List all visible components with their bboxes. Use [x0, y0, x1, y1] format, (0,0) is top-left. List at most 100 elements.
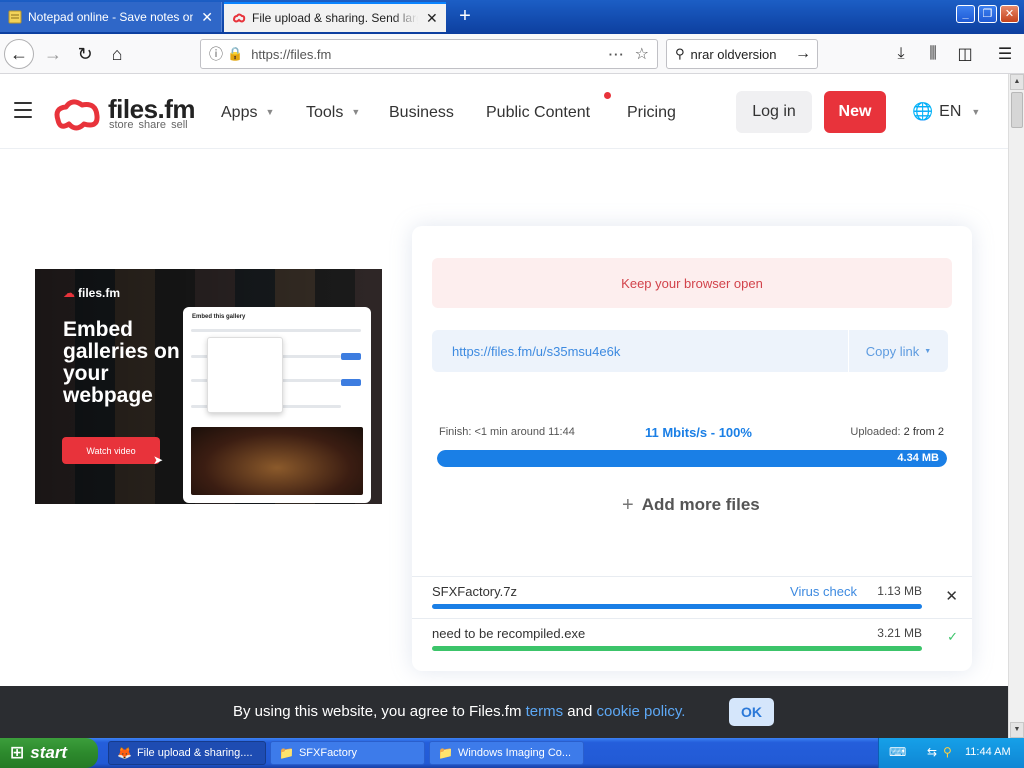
share-link[interactable]: https://files.fm/u/s35msu4e6k	[452, 344, 620, 359]
uploaded-label: Uploaded:	[850, 426, 901, 438]
info-icon[interactable]: ⓘ	[209, 44, 223, 64]
window-close-icon[interactable]: ✕	[1000, 5, 1019, 23]
mouse-cursor-icon: ➤	[153, 453, 164, 467]
lock-icon[interactable]: 🔒	[227, 46, 243, 62]
clock[interactable]: 11:44 AM	[965, 746, 1011, 758]
scroll-down-icon[interactable]: ▼	[1010, 722, 1024, 738]
forward-arrow-icon[interactable]: →	[38, 39, 68, 69]
url-text[interactable]: https://files.fm	[251, 47, 608, 62]
tab-filesfm[interactable]: File upload & sharing. Send large p ✕	[224, 2, 446, 32]
nav-public-content[interactable]: Public Content	[486, 104, 590, 122]
terms-link[interactable]: terms	[526, 703, 564, 720]
close-icon[interactable]: ✕	[945, 587, 958, 605]
login-button[interactable]: Log in	[736, 91, 812, 133]
tab-title: File upload & sharing. Send large p	[252, 11, 418, 25]
file-name: SFXFactory.7z	[432, 584, 518, 599]
scroll-thumb[interactable]	[1011, 92, 1023, 128]
cookie-text-and: and	[563, 703, 597, 720]
watch-video-button[interactable]: Watch video	[62, 437, 160, 464]
new-tab-icon[interactable]: +	[452, 5, 478, 28]
promo-headline: Embed galleries on your webpage	[63, 318, 180, 407]
finish-estimate: Finish: <1 min around 11:44	[439, 426, 575, 438]
search-tray-icon[interactable]: ⚲	[943, 745, 952, 759]
firefox-icon: 🦊	[117, 746, 132, 760]
chevron-down-icon: ▼	[351, 107, 361, 117]
filesfm-cloud-icon	[52, 96, 104, 137]
chevron-down-icon: ▼	[924, 347, 932, 355]
globe-icon: 🌐	[912, 102, 934, 121]
tab-notepad[interactable]: Notepad online - Save notes online ✕	[0, 2, 222, 32]
tab-close-icon[interactable]: ✕	[426, 11, 438, 25]
browser-tab-strip: Notepad online - Save notes online ✕ Fil…	[0, 0, 1024, 34]
home-icon[interactable]: ⌂	[102, 39, 132, 69]
taskbar-item-firefox[interactable]: 🦊 File upload & sharing....	[108, 741, 266, 765]
copy-link-button[interactable]: Copy link ▼	[848, 330, 948, 372]
preview-line	[191, 329, 361, 332]
preview-button	[341, 379, 361, 386]
cookie-consent-bar: By using this website, you agree to File…	[0, 686, 1008, 738]
share-link-box: https://files.fm/u/s35msu4e6k Copy link ▼	[432, 330, 948, 372]
nav-business[interactable]: Business	[389, 104, 454, 122]
notification-dot	[604, 92, 611, 99]
system-tray: ⌨ ⇆ ⚲ 11:44 AM	[878, 738, 1024, 768]
site-menu-icon[interactable]	[14, 102, 32, 118]
minimize-icon[interactable]: _	[956, 5, 975, 23]
reload-icon[interactable]: ↻	[70, 39, 100, 69]
start-label: start	[30, 743, 68, 762]
nav-tools-label: Tools	[306, 104, 344, 121]
cookie-text: By using this website, you agree to File…	[233, 703, 526, 720]
search-bar[interactable]: ⚲ nrar oldversion →	[666, 39, 818, 69]
add-more-files-button[interactable]: + Add more files	[622, 494, 760, 517]
nav-apps[interactable]: Apps ▼	[221, 104, 274, 122]
language-label: EN	[939, 103, 962, 120]
check-icon: ✓	[947, 629, 958, 644]
network-icon[interactable]: ⇆	[927, 745, 937, 759]
page-actions-icon[interactable]: ···	[609, 47, 625, 62]
tab-close-icon[interactable]: ✕	[201, 10, 213, 24]
search-go-arrow-icon[interactable]: →	[795, 45, 811, 63]
task-label: Windows Imaging Co...	[457, 747, 572, 759]
web-page: files.fm store share sell Apps ▼ Tools ▼ B…	[0, 74, 1008, 686]
windows-logo-icon: ⊞	[10, 743, 25, 762]
file-row: need to be recompiled.exe 3.21 MB ✓	[412, 618, 972, 660]
cookie-ok-button[interactable]: OK	[729, 698, 774, 726]
start-button[interactable]: ⊞ start	[0, 738, 98, 768]
cookie-policy-link[interactable]: cookie policy.	[597, 703, 686, 720]
uploaded-count: Uploaded: 2 from 2	[850, 426, 944, 438]
taskbar-item-sfxfactory[interactable]: 📁 SFXFactory	[270, 741, 425, 765]
sidebar-icon[interactable]: ◫	[950, 39, 980, 69]
copy-link-label: Copy link	[865, 343, 920, 359]
promo-logo: ☁ files.fm	[63, 286, 120, 300]
back-arrow-icon[interactable]: ←	[4, 39, 34, 69]
keep-browser-open-notice: Keep your browser open	[432, 258, 952, 308]
file-name: need to be recompiled.exe	[432, 626, 586, 641]
tab-title: Notepad online - Save notes online	[28, 10, 194, 24]
nav-apps-label: Apps	[221, 104, 258, 121]
vertical-scrollbar[interactable]: ▲ ▼	[1008, 74, 1024, 738]
address-bar[interactable]: ⓘ 🔒 https://files.fm ··· ☆	[200, 39, 658, 69]
file-row: SFXFactory.7z Virus check 1.13 MB ✕	[412, 576, 972, 618]
embed-gallery-preview: Embed this gallery	[183, 307, 371, 503]
promo-logo-text: files.fm	[78, 286, 121, 300]
nav-pricing[interactable]: Pricing	[627, 104, 676, 122]
upload-panel: Keep your browser open https://files.fm/…	[412, 226, 972, 671]
taskbar-item-windows-imaging[interactable]: 📁 Windows Imaging Co...	[429, 741, 584, 765]
new-button[interactable]: New	[824, 91, 886, 133]
language-selector[interactable]: 🌐 EN ▼	[912, 102, 980, 122]
promo-banner[interactable]: ☁ files.fm Embed galleries on your webpag…	[35, 269, 382, 504]
scroll-up-icon[interactable]: ▲	[1010, 74, 1024, 90]
filesfm-cloud-icon: ☁	[63, 286, 75, 300]
library-icon[interactable]: ⫼	[918, 39, 948, 69]
bookmark-star-icon[interactable]: ☆	[635, 44, 649, 64]
download-icon[interactable]: ⤓	[886, 39, 916, 69]
virus-check-link[interactable]: Virus check	[790, 584, 857, 599]
keyboard-icon[interactable]: ⌨	[889, 745, 906, 759]
maximize-icon[interactable]: ❐	[978, 5, 997, 23]
hamburger-menu-icon[interactable]: ☰	[990, 39, 1020, 69]
filesfm-logo[interactable]: files.fm store share sell	[52, 94, 202, 134]
total-size: 4.34 MB	[897, 452, 939, 464]
search-input[interactable]: nrar oldversion	[691, 47, 777, 62]
nav-tools[interactable]: Tools ▼	[306, 104, 360, 122]
file-size: 3.21 MB	[877, 626, 922, 640]
file-progress-bar	[432, 646, 922, 651]
